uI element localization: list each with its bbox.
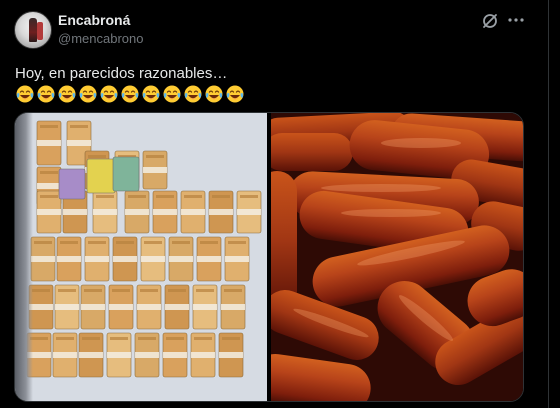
tweet-text: Hoy, en parecidos razonables… [15,65,228,82]
laughing-crying-emoji-icon [226,85,244,103]
banknote [112,156,140,192]
banknote-bundle [136,284,162,330]
banknote-bundle [56,236,82,282]
banknote-bundle [30,236,56,282]
banknote-bundle [142,150,168,190]
avatar-figure-accent [37,22,43,40]
author-handle[interactable]: @mencabrono [58,31,143,46]
laughing-crying-emoji-icon [100,85,118,103]
photo-shadow [15,113,33,401]
banknote-bundle [168,236,194,282]
timeline-divider [548,0,549,408]
banknote-bundle [124,190,150,234]
banknote-bundle [236,190,262,234]
banknotes-illustration [26,120,262,378]
laughing-crying-emoji-icon [163,85,181,103]
banknote-bundle [52,332,78,378]
banknote-bundle [106,332,132,378]
laughing-crying-emoji-icon [16,85,34,103]
banknote-bundle [192,284,218,330]
banknote-bundle [84,236,110,282]
banknote-bundle [92,190,118,234]
banknote [58,168,86,200]
avatar[interactable] [14,11,52,49]
media-left-image[interactable] [15,113,267,401]
banknote-bundle [164,284,190,330]
emoji-row [15,84,245,104]
banknote-bundle [152,190,178,234]
banknote-bundle [196,236,222,282]
laughing-crying-emoji-icon [79,85,97,103]
banknote-bundle [218,332,244,378]
avatar-figure [29,18,37,42]
banknote-bundle [80,284,106,330]
banknote-bundle [224,236,250,282]
sausages-illustration [271,113,523,401]
banknote-bundle [162,332,188,378]
laughing-crying-emoji-icon [121,85,139,103]
laughing-crying-emoji-icon [37,85,55,103]
banknote-bundle [190,332,216,378]
banknote-bundle [36,120,62,166]
banknote-bundle [220,284,246,330]
banknote-bundle [78,332,104,378]
laughing-crying-emoji-icon [58,85,76,103]
banknote-bundle [140,236,166,282]
tweet-card[interactable]: Encabroná @mencabrono Hoy, en parecidos … [0,0,548,408]
banknote-bundle [108,284,134,330]
tweet-media[interactable] [14,112,524,402]
banknote-bundle [54,284,80,330]
media-right-image[interactable] [271,113,523,401]
banknote-bundle [180,190,206,234]
laughing-crying-emoji-icon [184,85,202,103]
more-icon[interactable] [506,10,526,30]
author-name[interactable]: Encabroná [58,12,130,28]
banknote-bundle [36,190,62,234]
laughing-crying-emoji-icon [205,85,223,103]
banknote-bundle [134,332,160,378]
banknote-bundle [208,190,234,234]
banknote [86,158,116,194]
grok-icon[interactable] [481,12,499,30]
banknote-bundle [112,236,138,282]
laughing-crying-emoji-icon [142,85,160,103]
